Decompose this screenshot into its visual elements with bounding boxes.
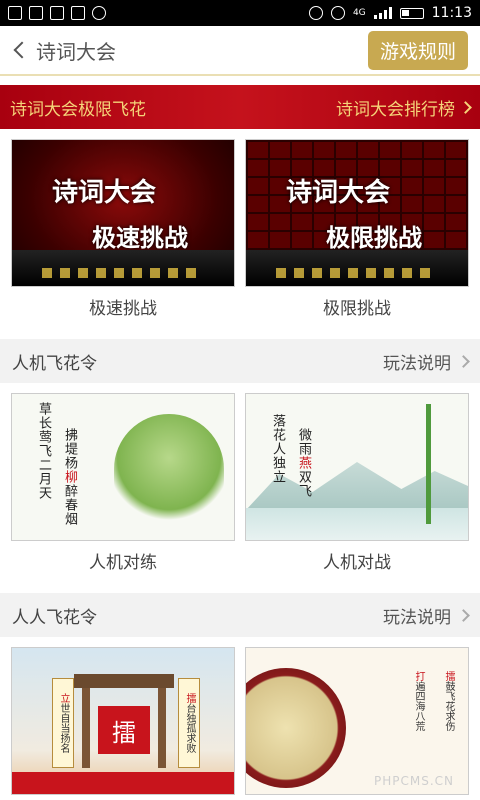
poem-scroll-a: 擂鼓飞花求伤 [443,671,454,731]
drum-card[interactable]: 擂鼓飞花求伤 打遍四海八荒 PHPCMS.CN [245,647,469,795]
chevron-right-icon [459,100,472,114]
how-to-play-label: 玩法说明 [383,607,451,628]
art-subtitle: 极速挑战 [92,223,188,252]
battery-icon [399,7,424,19]
status-right: 4G 11:13 [308,5,472,21]
section-title: 人人飞花令 [12,607,97,628]
poem-line-2: 拂堤杨柳醉春烟 [62,428,77,526]
alarm-icon [330,6,345,20]
stage-lights [42,268,204,278]
game-rules-button[interactable]: 游戏规则 [367,30,468,70]
clock: 11:13 [431,5,472,21]
section-header-ai: 人机飞花令 玩法说明 [0,339,480,383]
location-icon [308,6,323,20]
art-title: 诗词大会 [286,178,391,208]
card-label: 极速挑战 [89,299,157,319]
section-header-pvp: 人人飞花令 玩法说明 [0,593,480,637]
sd-icon [71,6,85,20]
willow-tree [114,414,224,524]
chevron-right-icon [457,608,470,622]
pvp-grid: 擂 立世自当扬名 擂台独孤求败 擂鼓飞花求伤 打遍四海八荒 PHPCMS.CN [0,647,480,795]
gate-post [158,688,166,768]
leaderboard-label: 诗词大会排行榜 [336,99,455,120]
image-icon [50,6,64,20]
arena-image: 擂 立世自当扬名 擂台独孤求败 [11,647,235,795]
scroll-right: 擂台独孤求败 [178,678,200,768]
chevron-left-icon [13,41,31,59]
nav-bar: 诗词大会 游戏规则 [0,26,480,76]
stage-lights [276,268,438,278]
ai-practice-card[interactable]: 草长莺飞二月天 拂堤杨柳醉春烟 人机对练 [11,393,235,585]
leaderboard-link[interactable]: 诗词大会排行榜 [336,95,472,120]
how-to-play-label: 玩法说明 [383,353,451,374]
ai-battle-card[interactable]: 落花人独立 微雨燕双飞 人机对战 [245,393,469,585]
poem-scroll-b: 打遍四海八荒 [413,671,424,731]
status-left-icons [8,6,106,20]
extreme-challenge-card[interactable]: 诗词大会 极限挑战 极限挑战 [245,139,469,331]
extreme-challenge-image: 诗词大会 极限挑战 [245,139,469,287]
ai-battle-image: 落花人独立 微雨燕双飞 [245,393,469,541]
scroll-left: 立世自当扬名 [52,678,74,768]
sim-icon [29,6,43,20]
ai-practice-image: 草长莺飞二月天 拂堤杨柳醉春烟 [11,393,235,541]
network-type: 4G [352,8,366,18]
poem-line-2: 微雨燕双飞 [296,428,311,498]
speed-challenge-card[interactable]: 诗词大会 极速挑战 极速挑战 [11,139,235,331]
red-ground [12,772,234,794]
section-title: 人机飞花令 [12,353,97,374]
ai-grid: 草长莺飞二月天 拂堤杨柳醉春烟 人机对练 落花人独立 微雨燕双飞 人机对战 [0,393,480,585]
arena-card[interactable]: 擂 立世自当扬名 擂台独孤求败 [11,647,235,795]
how-to-play-link[interactable]: 玩法说明 [383,603,470,628]
art-subtitle: 极限挑战 [326,223,422,252]
card-label: 人机对战 [323,553,391,573]
app-icon [8,6,22,20]
drum-image: 擂鼓飞花求伤 打遍四海八荒 PHPCMS.CN [245,647,469,795]
gate-roof [74,674,174,688]
promo-banner: 诗词大会极限飞花 诗词大会排行榜 [0,85,480,129]
banner-left-link[interactable]: 诗词大会极限飞花 [10,95,146,120]
page-title: 诗词大会 [36,39,116,64]
status-bar: 4G 11:13 [0,0,480,26]
poem-line-1: 草长莺飞二月天 [36,402,51,500]
card-label: 人机对练 [89,553,157,573]
message-icon [92,6,106,20]
speed-challenge-image: 诗词大会 极速挑战 [11,139,235,287]
card-label: 极限挑战 [323,299,391,319]
signal-icon [373,7,392,19]
watermark: PHPCMS.CN [373,774,454,788]
gate-post [82,688,90,768]
poem-line-1: 落花人独立 [270,414,285,484]
chevron-right-icon [457,354,470,368]
art-title: 诗词大会 [52,178,157,208]
how-to-play-link[interactable]: 玩法说明 [383,349,470,374]
drum-art [246,668,346,788]
back-button[interactable] [0,25,36,75]
bamboo-art [402,404,462,524]
contest-grid: 诗词大会 极速挑战 极速挑战 诗词大会 极限挑战 极限挑战 [0,139,480,331]
arena-sign: 擂 [98,706,150,754]
